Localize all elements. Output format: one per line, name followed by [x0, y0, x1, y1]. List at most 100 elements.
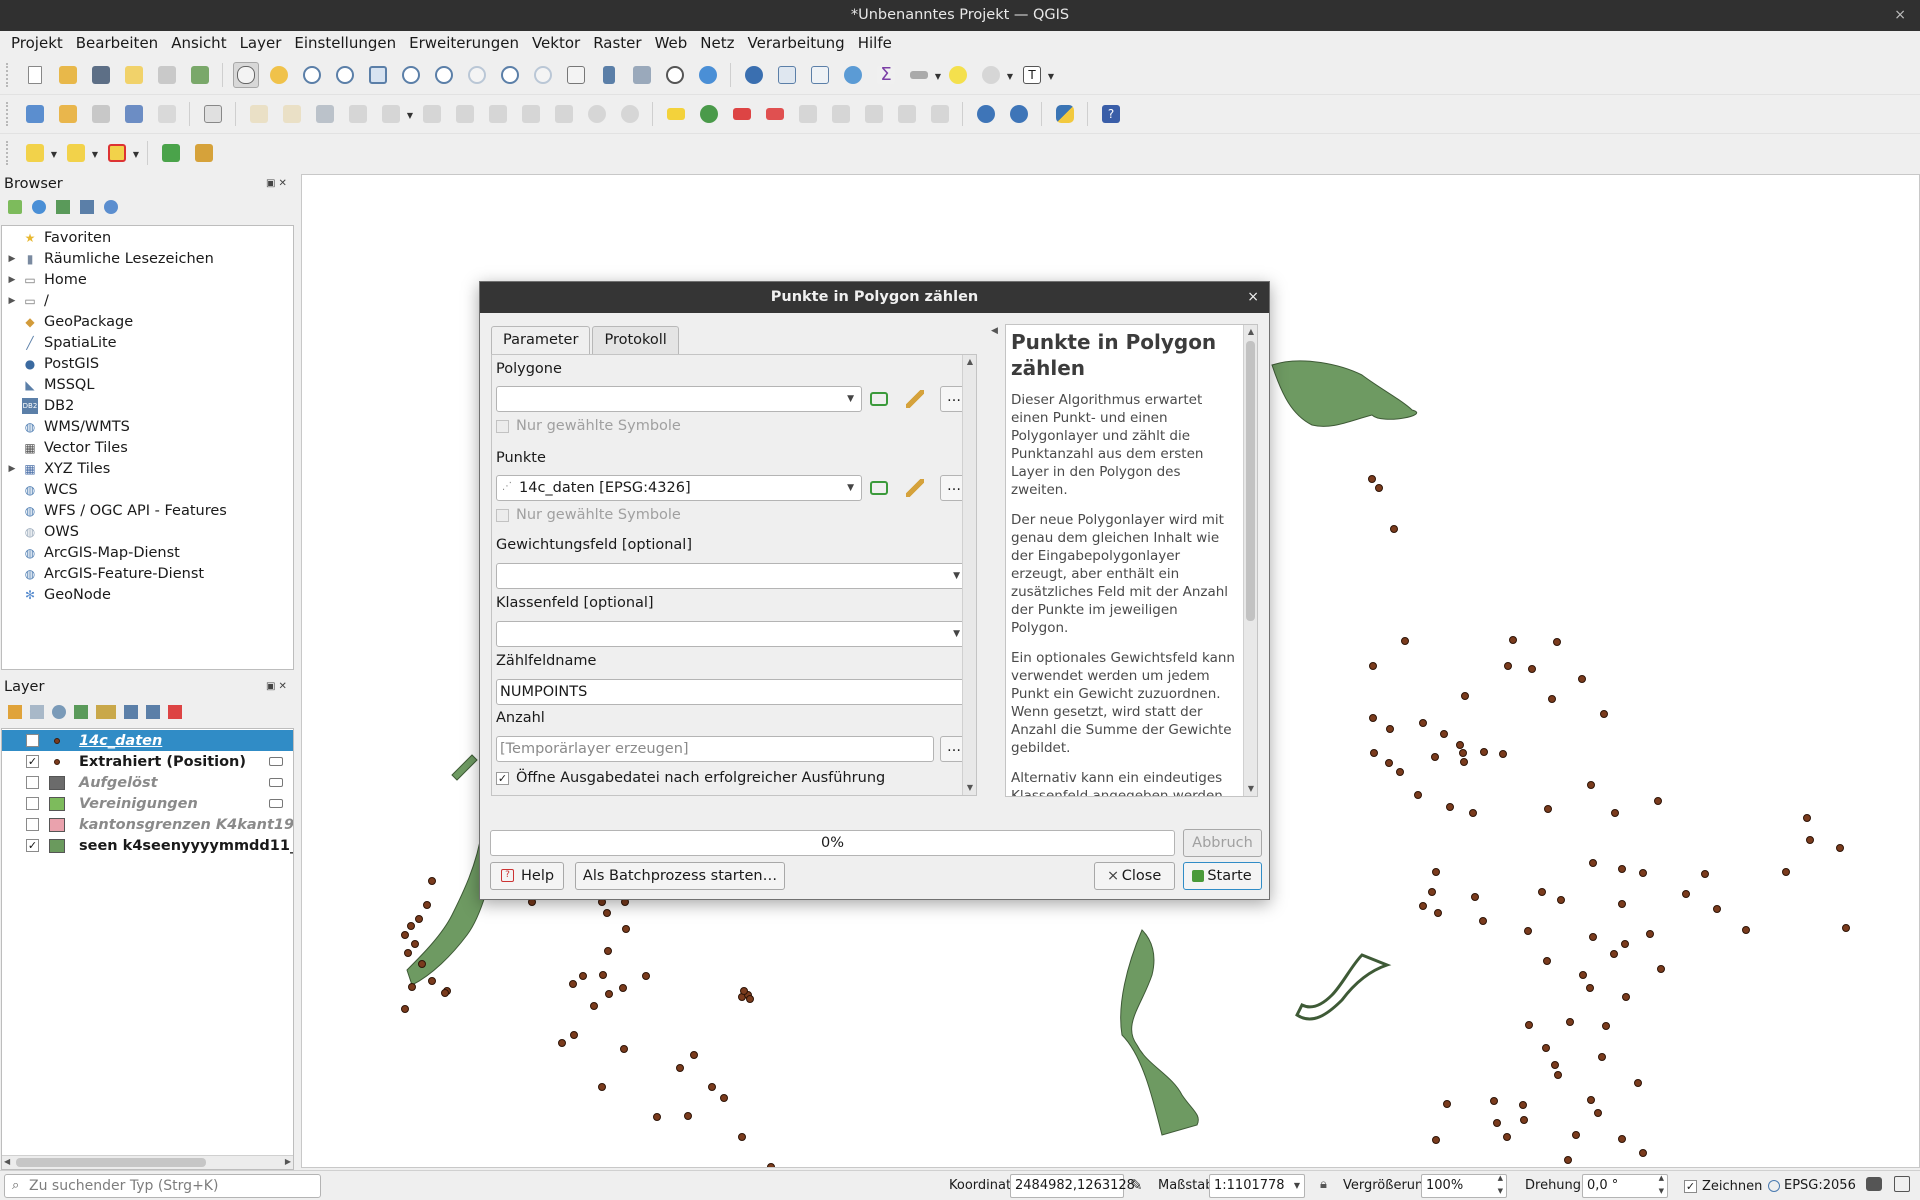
- menu-vektor[interactable]: Vektor: [526, 31, 587, 56]
- show-hide-labels-icon[interactable]: [762, 101, 788, 127]
- browser-item-wfs[interactable]: ◍ WFS / OGC API - Features: [2, 500, 227, 521]
- refresh-icon[interactable]: [695, 62, 721, 88]
- remove-layer-icon[interactable]: [168, 705, 182, 719]
- expand-arrow-icon[interactable]: ▶: [2, 254, 22, 264]
- filter-legend-icon[interactable]: [74, 705, 88, 719]
- browser-item-arcgis-feature[interactable]: ◍ ArcGIS-Feature-Dienst: [2, 563, 204, 584]
- metasearch-icon[interactable]: [973, 101, 999, 127]
- run-button[interactable]: Starte: [1183, 862, 1262, 890]
- zoom-native-icon[interactable]: [464, 62, 490, 88]
- current-edits-icon[interactable]: [246, 101, 272, 127]
- browser-item-favoriten[interactable]: ★ Favoriten: [2, 227, 112, 248]
- delete-selected-icon[interactable]: [452, 101, 478, 127]
- browser-item-ows[interactable]: ◍ OWS: [2, 521, 79, 542]
- layer-visibility-checkbox[interactable]: ✓: [26, 755, 39, 768]
- python-console-icon[interactable]: [1052, 101, 1078, 127]
- browser-item-xyz-tiles[interactable]: ▶ ▦ XYZ Tiles: [2, 458, 111, 479]
- menu-bearbeiten[interactable]: Bearbeiten: [70, 31, 165, 56]
- browser-item-home[interactable]: ▶ ▭ Home: [2, 269, 87, 290]
- vertex-tool-icon[interactable]: ▼: [378, 101, 413, 127]
- plugin-icon[interactable]: [191, 140, 217, 166]
- cut-features-icon[interactable]: [485, 101, 511, 127]
- statistics-sum-icon[interactable]: Σ: [873, 62, 899, 88]
- select-by-value-icon[interactable]: ▼: [63, 140, 98, 166]
- scrollbar-thumb[interactable]: [16, 1158, 206, 1167]
- collapse-all-icon[interactable]: [80, 200, 94, 214]
- open-project-icon[interactable]: [55, 62, 81, 88]
- layer-visibility-checkbox[interactable]: [26, 818, 39, 831]
- notifications-icon[interactable]: [1894, 1176, 1910, 1192]
- iterate-over-features-icon[interactable]: [865, 386, 893, 412]
- batch-process-button[interactable]: Als Batchprozess starten…: [575, 862, 785, 890]
- menu-hilfe[interactable]: Hilfe: [852, 31, 899, 56]
- render-checkbox[interactable]: ✓ Zeichnen: [1684, 1179, 1762, 1194]
- filter-icon[interactable]: [56, 200, 70, 214]
- menu-verarbeitung[interactable]: Verarbeitung: [742, 31, 852, 56]
- layer-visibility-checkbox[interactable]: [26, 797, 39, 810]
- zoom-last-icon[interactable]: [497, 62, 523, 88]
- menu-erweiterungen[interactable]: Erweiterungen: [403, 31, 526, 56]
- add-feature-icon[interactable]: [345, 101, 371, 127]
- filter-expression-icon[interactable]: [96, 705, 116, 719]
- lock-scale-icon[interactable]: 🔒︎: [1320, 1177, 1327, 1192]
- layer-row-vereinigungen[interactable]: Vereinigungen: [2, 793, 293, 814]
- toggle-extents-icon[interactable]: ✎: [1130, 1176, 1143, 1194]
- browser-panel-buttons[interactable]: ▣✕: [266, 178, 290, 189]
- save-project-icon[interactable]: [88, 62, 114, 88]
- rotation-spinbox[interactable]: 0,0 ° ▲ ▼: [1582, 1174, 1668, 1198]
- pan-to-selection-icon[interactable]: [266, 62, 292, 88]
- advanced-options-wrench-icon[interactable]: [901, 386, 929, 412]
- layer-row-14c-daten[interactable]: 14c_daten: [2, 730, 293, 751]
- new-map-view-icon[interactable]: [563, 62, 589, 88]
- menu-raster[interactable]: Raster: [587, 31, 648, 56]
- weight-field-combobox[interactable]: ▼: [496, 563, 968, 589]
- new-project-icon[interactable]: [22, 62, 48, 88]
- query-builder-icon[interactable]: [158, 140, 184, 166]
- layer-visibility-checkbox[interactable]: ✓: [26, 839, 39, 852]
- collapse-help-icon[interactable]: ◀: [991, 326, 998, 336]
- attribute-table-icon[interactable]: [774, 62, 800, 88]
- browser-item-mssql[interactable]: ◣ MSSQL: [2, 374, 94, 395]
- locator-icon[interactable]: ▼: [978, 62, 1013, 88]
- output-layer-input[interactable]: [Temporärlayer erzeugen]: [496, 736, 934, 762]
- help-scrollbar[interactable]: ▲ ▼: [1243, 325, 1257, 796]
- browser-item-arcgis-map[interactable]: ◍ ArcGIS-Map-Dienst: [2, 542, 180, 563]
- save-edits-icon[interactable]: [312, 101, 338, 127]
- toolbar-grip[interactable]: [6, 63, 12, 87]
- expand-arrow-icon[interactable]: ▶: [2, 296, 22, 306]
- modify-attributes-icon[interactable]: [419, 101, 445, 127]
- menu-projekt[interactable]: Projekt: [5, 31, 70, 56]
- menu-web[interactable]: Web: [649, 31, 695, 56]
- zoom-to-layer-icon[interactable]: [431, 62, 457, 88]
- text-annotation-icon[interactable]: T ▼: [1019, 62, 1054, 88]
- parameter-scrollbar[interactable]: ▲ ▼: [962, 355, 976, 795]
- new-temporary-layer-icon[interactable]: [154, 101, 180, 127]
- zoom-out-icon[interactable]: [332, 62, 358, 88]
- expand-all-icon[interactable]: [124, 705, 138, 719]
- layer-styling-icon[interactable]: [8, 705, 22, 719]
- browser-item-postgis[interactable]: ● PostGIS: [2, 353, 99, 374]
- tab-parameter[interactable]: Parameter: [491, 326, 591, 354]
- pan-map-icon[interactable]: [233, 62, 259, 88]
- new-bookmark-icon[interactable]: [596, 62, 622, 88]
- dialog-close-icon[interactable]: ×: [1247, 282, 1259, 313]
- zoom-next-icon[interactable]: [530, 62, 556, 88]
- tab-protokoll[interactable]: Protokoll: [592, 326, 679, 354]
- identify-features-icon[interactable]: [741, 62, 767, 88]
- close-button[interactable]: × Close: [1094, 862, 1175, 890]
- undo-icon[interactable]: [584, 101, 610, 127]
- toolbar-grip[interactable]: [6, 101, 12, 126]
- move-diagram-icon[interactable]: [894, 101, 920, 127]
- layer-row-kantonsgrenzen[interactable]: kantonsgrenzen K4kant19970101: [2, 814, 293, 835]
- help-icon[interactable]: ?: [1098, 101, 1124, 127]
- browser-item-wcs[interactable]: ◍ WCS: [2, 479, 78, 500]
- temporary-layer-indicator-icon[interactable]: [269, 778, 283, 787]
- expand-arrow-icon[interactable]: ▶: [2, 464, 22, 474]
- abort-button[interactable]: Abbruch: [1183, 829, 1262, 857]
- style-manager-icon[interactable]: [187, 62, 213, 88]
- toggle-editing-icon[interactable]: [279, 101, 305, 127]
- layer-visibility-checkbox[interactable]: [26, 776, 39, 789]
- add-group-icon[interactable]: [30, 705, 44, 719]
- copy-features-icon[interactable]: [518, 101, 544, 127]
- layer-row-aufgeloest[interactable]: Aufgelöst: [2, 772, 293, 793]
